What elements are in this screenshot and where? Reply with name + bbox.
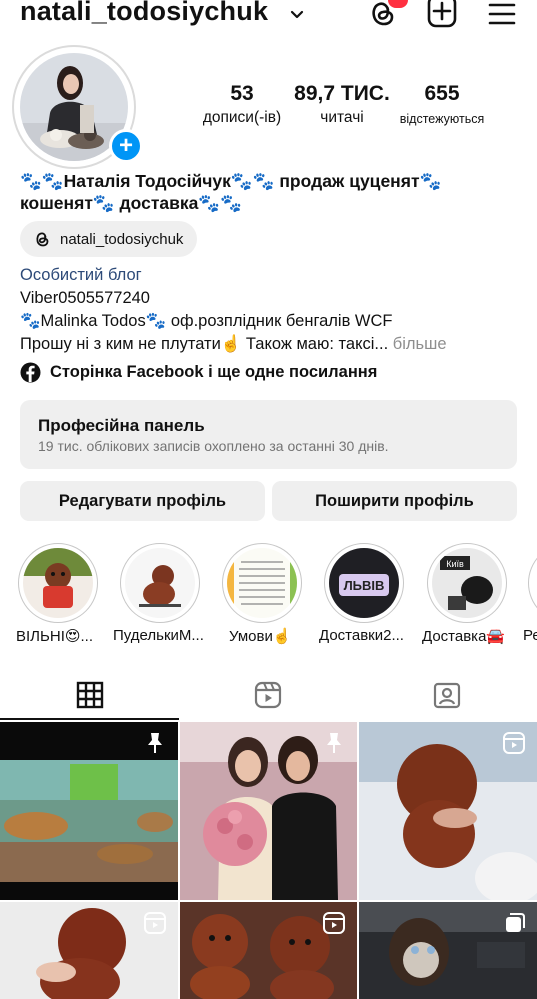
highlight-cover-text: Київ	[446, 559, 464, 569]
grid-post[interactable]	[0, 722, 178, 900]
name-line-1: 🐾🐾Наталія Тодосійчук🐾🐾 продаж цуценят🐾	[20, 171, 442, 191]
new-post-icon[interactable]	[427, 0, 457, 30]
facebook-icon	[20, 362, 41, 383]
highlight-poodles[interactable]	[120, 543, 200, 623]
pinned-icon	[327, 733, 341, 753]
edit-profile-button[interactable]: Редагувати профіль	[20, 481, 265, 521]
bio-line-cattery: 🐾Malinka Todos🐾 оф.розплідник бенгалів W…	[20, 312, 393, 330]
highlight-terms[interactable]	[222, 543, 302, 623]
notification-dot	[388, 0, 408, 8]
reel-icon	[323, 912, 345, 934]
highlight-partial[interactable]	[528, 543, 537, 623]
stat-following-value: 655	[424, 82, 460, 105]
top-bar: natali_todosiychuk	[0, 0, 537, 34]
grid-post[interactable]	[359, 902, 537, 999]
grid-tab-icon[interactable]	[75, 680, 105, 710]
grid-post[interactable]	[0, 902, 178, 999]
highlight-cover: ЛЬВІВ	[329, 548, 399, 618]
chevron-down-icon[interactable]	[290, 8, 304, 22]
profile-avatar[interactable]: +	[12, 45, 143, 169]
highlight-delivery[interactable]: Київ	[427, 543, 507, 623]
highlight-label: Умови☝️	[229, 628, 292, 645]
highlight-cover-text: ЛЬВІВ	[344, 578, 385, 593]
highlight-cover	[227, 548, 297, 618]
profile-category: Особистий блог	[20, 266, 142, 284]
threads-icon	[36, 232, 49, 247]
stat-following[interactable]: 655 відстежуються	[394, 82, 490, 126]
add-story-button[interactable]: +	[109, 129, 143, 163]
stat-posts-value: 53	[230, 82, 254, 105]
stat-followers-label: читачі	[320, 109, 364, 126]
highlight-cover	[125, 548, 195, 618]
highlight-label: ПуделькиМ...	[113, 627, 204, 644]
share-profile-button[interactable]: Поширити профіль	[272, 481, 517, 521]
highlight-cover	[23, 548, 93, 618]
pinned-icon	[148, 733, 162, 753]
active-tab-indicator	[0, 718, 179, 720]
professional-dashboard[interactable]: Професійна панель 19 тис. облікових запи…	[20, 400, 517, 469]
highlight-delivery-2[interactable]: ЛЬВІВ	[324, 543, 404, 623]
highlight-free[interactable]	[18, 543, 98, 623]
bio-line-note: Прошу ні з ким не плутати☝️ Також маю: т…	[20, 335, 447, 354]
menu-icon[interactable]	[488, 2, 516, 26]
bio-note-text: Прошу ні з ким не плутати☝️ Також маю: т…	[20, 335, 389, 353]
highlight-label: Доставка🚘	[422, 628, 506, 645]
highlight-label: Ре	[523, 627, 537, 644]
pro-panel-title: Професійна панель	[38, 416, 205, 435]
pro-panel-subtitle: 19 тис. облікових записів охоплено за ос…	[38, 438, 389, 454]
carousel-icon	[506, 913, 525, 932]
facebook-link-label: Сторінка Facebook і ще одне посилання	[50, 363, 378, 381]
highlight-label: ВІЛЬНІ😍...	[16, 628, 93, 645]
highlight-label: Доставки2...	[319, 627, 404, 644]
highlight-cover: Київ	[432, 548, 502, 618]
facebook-link[interactable]: Сторінка Facebook і ще одне посилання	[20, 362, 377, 383]
stat-posts[interactable]: 53 дописи(-ів)	[196, 82, 288, 127]
tagged-tab-icon[interactable]	[432, 680, 462, 710]
threads-handle: natali_todosiychuk	[60, 230, 184, 248]
stat-followers[interactable]: 89,7 ТИС. читачі	[292, 82, 392, 127]
reel-icon	[503, 732, 525, 754]
reel-icon	[144, 912, 166, 934]
stat-followers-value: 89,7 ТИС.	[294, 82, 390, 105]
grid-post[interactable]	[180, 902, 357, 999]
reels-tab-icon[interactable]	[253, 680, 283, 710]
profile-display-name: 🐾🐾Наталія Тодосійчук🐾🐾 продаж цуценят🐾 к…	[20, 170, 520, 214]
stat-posts-label: дописи(-ів)	[202, 109, 282, 126]
name-line-2: кошенят🐾 доставка🐾🐾	[20, 193, 242, 213]
bio-more-link[interactable]: більше	[393, 335, 447, 353]
username-switcher[interactable]: natali_todosiychuk	[20, 0, 268, 27]
grid-post[interactable]	[180, 722, 357, 900]
stat-following-label: відстежуються	[399, 112, 485, 126]
bio-line-phone: Viber0505577240	[20, 289, 150, 307]
threads-link-chip[interactable]: natali_todosiychuk	[20, 221, 198, 257]
grid-post[interactable]	[359, 722, 537, 900]
